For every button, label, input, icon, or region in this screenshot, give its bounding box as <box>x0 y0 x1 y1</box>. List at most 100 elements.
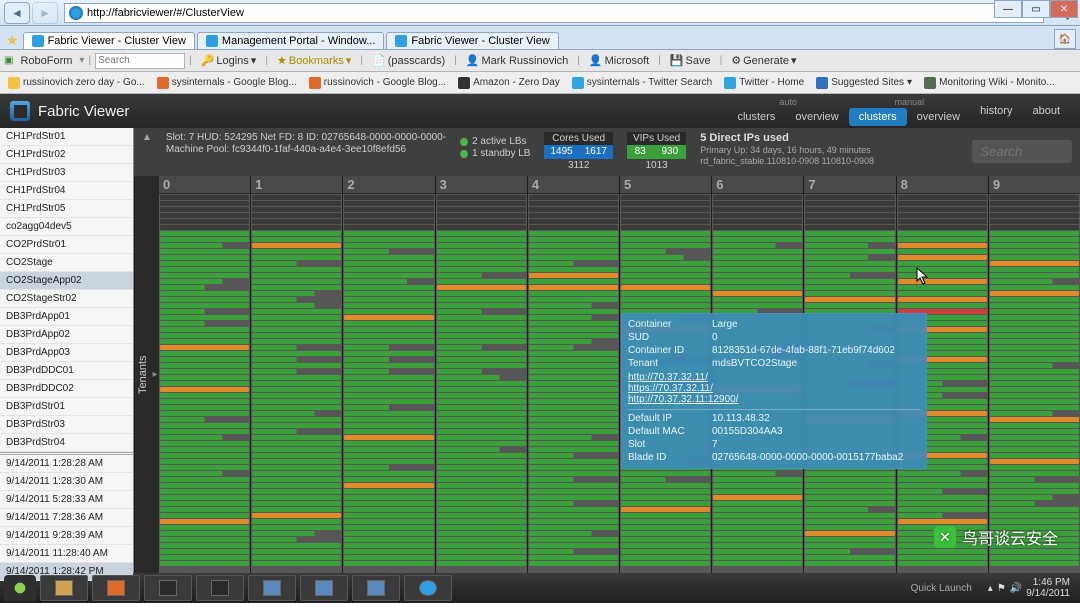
blade-slot[interactable] <box>252 399 341 404</box>
blade-slot[interactable] <box>898 549 987 554</box>
close-button[interactable]: ✕ <box>1050 0 1078 18</box>
blade-slot[interactable] <box>160 363 249 368</box>
blade-slot[interactable] <box>713 201 802 206</box>
blade-slot[interactable] <box>437 453 526 458</box>
blade-slot[interactable] <box>529 309 618 314</box>
blade-slot[interactable] <box>437 423 526 428</box>
blade-slot[interactable] <box>252 555 341 560</box>
blade-slot[interactable] <box>529 231 618 236</box>
blade-slot[interactable] <box>344 519 433 524</box>
blade-slot[interactable] <box>990 315 1079 320</box>
blade-slot[interactable] <box>621 495 710 500</box>
taskbar-app-4[interactable] <box>196 575 244 601</box>
blade-slot[interactable] <box>344 399 433 404</box>
blade-slot[interactable] <box>344 255 433 260</box>
blade-slot[interactable] <box>344 321 433 326</box>
blade-slot[interactable] <box>252 273 341 278</box>
blade-slot[interactable] <box>529 531 618 536</box>
blade-slot[interactable] <box>713 231 802 236</box>
fav-5[interactable]: Twitter - Home <box>720 76 808 90</box>
blade-slot[interactable] <box>529 375 618 380</box>
blade-slot[interactable] <box>160 339 249 344</box>
blade-slot[interactable] <box>990 483 1079 488</box>
blade-slot[interactable] <box>252 489 341 494</box>
blade-slot[interactable] <box>344 531 433 536</box>
tenants-tab[interactable]: Tenants <box>134 176 151 573</box>
blade-slot[interactable] <box>990 207 1079 212</box>
blade-slot[interactable] <box>990 381 1079 386</box>
blade-slot[interactable] <box>529 249 618 254</box>
blade-slot[interactable] <box>344 195 433 200</box>
blade-slot[interactable] <box>160 531 249 536</box>
blade-slot[interactable] <box>621 549 710 554</box>
blade-slot[interactable] <box>160 393 249 398</box>
sidebar-cluster-item[interactable]: CO2StageStr02 <box>0 290 133 308</box>
blade-slot[interactable] <box>621 195 710 200</box>
blade-slot[interactable] <box>713 513 802 518</box>
blade-slot[interactable] <box>437 549 526 554</box>
blade-slot[interactable] <box>529 561 618 566</box>
blade-slot[interactable] <box>990 321 1079 326</box>
blade-slot[interactable] <box>437 561 526 566</box>
blade-slot[interactable] <box>805 261 894 266</box>
blade-slot[interactable] <box>529 447 618 452</box>
blade-slot[interactable] <box>160 453 249 458</box>
blade-slot[interactable] <box>529 459 618 464</box>
blade-slot[interactable] <box>344 369 433 374</box>
tray-flag-icon[interactable]: ⚑ <box>997 583 1006 594</box>
blade-slot[interactable] <box>713 219 802 224</box>
blade-slot[interactable] <box>437 471 526 476</box>
blade-slot[interactable] <box>621 543 710 548</box>
blade-slot[interactable] <box>529 333 618 338</box>
sidebar-cluster-item[interactable]: DB3PrdDDC01 <box>0 362 133 380</box>
blade-slot[interactable] <box>344 543 433 548</box>
sidebar-cluster-item[interactable]: DB3PrdStr03 <box>0 416 133 434</box>
blade-slot[interactable] <box>529 411 618 416</box>
blade-slot[interactable] <box>160 375 249 380</box>
blade-slot[interactable] <box>621 231 710 236</box>
blade-slot[interactable] <box>437 543 526 548</box>
sidebar-cluster-item[interactable]: CH1PrdStr04 <box>0 182 133 200</box>
blade-slot[interactable] <box>437 555 526 560</box>
blade-slot[interactable] <box>437 489 526 494</box>
blade-slot[interactable] <box>990 339 1079 344</box>
blade-slot[interactable] <box>252 321 341 326</box>
blade-slot[interactable] <box>252 465 341 470</box>
blade-slot[interactable] <box>621 537 710 542</box>
blade-slot[interactable] <box>344 441 433 446</box>
blade-slot[interactable] <box>621 249 710 254</box>
blade-slot[interactable] <box>344 315 433 320</box>
blade-slot[interactable] <box>713 561 802 566</box>
blade-slot[interactable] <box>160 225 249 230</box>
blade-slot[interactable] <box>898 291 987 296</box>
blade-slot[interactable] <box>252 357 341 362</box>
blade-slot[interactable] <box>621 207 710 212</box>
fav-1[interactable]: sysinternals - Google Blog... <box>153 76 301 90</box>
blade-slot[interactable] <box>713 243 802 248</box>
blade-slot[interactable] <box>437 261 526 266</box>
bookmarks-menu[interactable]: ★ Bookmarks ▾ <box>272 53 356 68</box>
blade-slot[interactable] <box>529 201 618 206</box>
blade-slot[interactable] <box>805 273 894 278</box>
blade-slot[interactable] <box>160 357 249 362</box>
blade-slot[interactable] <box>713 471 802 476</box>
sidebar-log-item[interactable]: 9/14/2011 1:28:28 AM <box>0 455 133 473</box>
blade-slot[interactable] <box>437 465 526 470</box>
blade-slot[interactable] <box>529 285 618 290</box>
blade-slot[interactable] <box>344 561 433 566</box>
blade-slot[interactable] <box>160 303 249 308</box>
fav-2[interactable]: russinovich - Google Blog... <box>305 76 450 90</box>
blade-slot[interactable] <box>160 291 249 296</box>
blade-slot[interactable] <box>529 477 618 482</box>
blade-slot[interactable] <box>437 225 526 230</box>
blade-slot[interactable] <box>990 309 1079 314</box>
maximize-button[interactable]: ▭ <box>1022 0 1050 18</box>
blade-slot[interactable] <box>990 423 1079 428</box>
blade-slot[interactable] <box>344 243 433 248</box>
fav-0[interactable]: russinovich zero day - Go... <box>4 76 149 90</box>
blade-slot[interactable] <box>805 549 894 554</box>
blade-slot[interactable] <box>437 531 526 536</box>
blade-slot[interactable] <box>344 249 433 254</box>
blade-slot[interactable] <box>160 321 249 326</box>
blade-slot[interactable] <box>529 327 618 332</box>
